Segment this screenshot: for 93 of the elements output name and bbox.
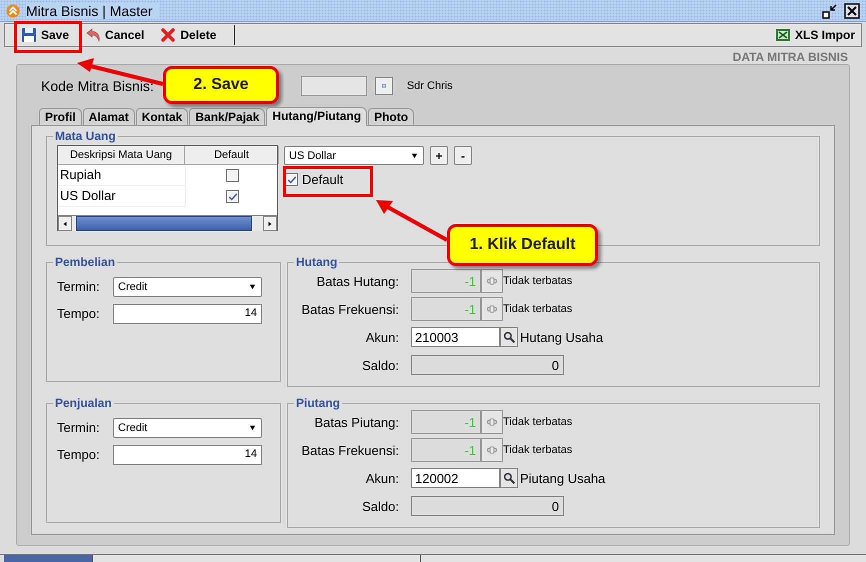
highlight-frame <box>14 21 82 53</box>
tab[interactable]: Bank/Pajak <box>189 108 266 125</box>
scrollbar-thumb[interactable] <box>76 216 252 231</box>
input-field: -1 <box>411 297 481 321</box>
status-text: Tidak terbatas <box>503 416 572 428</box>
caret-icon <box>410 152 419 158</box>
group-title: Penjualan <box>53 396 114 410</box>
add-button[interactable]: + <box>430 146 448 165</box>
input-field: -1 <box>411 269 481 293</box>
field-label: Termin: <box>57 279 101 294</box>
field-label: Akun: <box>364 470 400 486</box>
termin-dropdown[interactable]: Credit <box>113 418 262 438</box>
spreadsheet-icon <box>774 27 791 43</box>
termin-dropdown[interactable]: Credit <box>113 276 262 296</box>
group-title: Pembelian <box>53 255 118 269</box>
section-title: DATA MITRA BISNIS <box>732 49 849 64</box>
column-header: Default <box>185 146 279 164</box>
dropdown-value: Credit <box>118 422 148 434</box>
delete-button[interactable]: Delete <box>158 26 218 44</box>
link-icon <box>485 445 499 455</box>
checkbox[interactable] <box>226 190 239 203</box>
field-label: Akun: <box>364 330 400 344</box>
link-icon <box>485 276 499 286</box>
dropdown-value: Credit <box>118 280 148 292</box>
field-label: Saldo: <box>361 498 400 514</box>
checkbox-label: Default <box>302 172 344 187</box>
field-label: Tempo: <box>57 306 101 321</box>
checkbox[interactable] <box>226 169 239 182</box>
cancel-button[interactable]: Cancel <box>83 26 146 44</box>
table-cell: US Dollar <box>58 186 185 207</box>
tab[interactable]: Alamat <box>82 108 135 125</box>
callout: 1. Klik Default <box>447 224 598 266</box>
restore-icon <box>822 2 838 18</box>
window-title: Mitra Bisnis | Master <box>26 2 159 18</box>
dropdown-value: US Dollar <box>289 150 336 162</box>
left-arrow-icon <box>62 220 68 228</box>
field-label: Kode Mitra Bisnis: <box>41 78 154 94</box>
input-field[interactable]: 14 <box>113 444 262 464</box>
status-text: Tidak terbatas <box>503 275 572 287</box>
link-icon <box>485 417 499 427</box>
pointer-arrow <box>376 200 448 242</box>
field-label: Tempo: <box>57 447 101 462</box>
input-field: 0 <box>411 355 564 375</box>
input-field[interactable] <box>300 76 367 96</box>
picture-button[interactable] <box>374 77 393 95</box>
remove-button[interactable]: - <box>454 146 472 165</box>
tab[interactable]: Profil <box>39 108 82 125</box>
app-icon <box>6 4 20 18</box>
table-cell: Rupiah <box>58 165 185 186</box>
save-button[interactable]: Save <box>19 26 72 44</box>
input-field: -1 <box>411 438 481 462</box>
input-field[interactable]: 14 <box>113 304 262 324</box>
callout: 2. Save <box>163 66 279 104</box>
checkbox[interactable] <box>285 173 298 186</box>
column-header: Deskripsi Mata Uang <box>58 146 185 164</box>
field-label: Batas Frekuensi: <box>300 442 400 458</box>
group-title: Mata Uang <box>53 129 118 143</box>
status-text: Tidak terbatas <box>503 444 572 456</box>
input-field: 0 <box>411 496 564 516</box>
toggle-button[interactable] <box>481 297 503 321</box>
field-label: Batas Hutang: <box>316 274 400 288</box>
tab[interactable]: Hutang/Piutang <box>266 107 368 126</box>
toggle-button[interactable] <box>481 269 503 293</box>
account-name: Hutang Usaha <box>520 330 604 344</box>
input-field[interactable]: 210003 <box>411 327 500 347</box>
cross-icon <box>160 27 176 43</box>
currency-dropdown[interactable]: US Dollar <box>284 146 424 165</box>
tab[interactable]: Kontak <box>136 108 188 125</box>
undo-arrow-icon <box>85 27 102 43</box>
input-field[interactable]: 120002 <box>411 468 500 488</box>
field-label: Saldo: <box>361 358 400 372</box>
excel-button[interactable]: XLS Impor <box>772 26 857 44</box>
field-label: Termin: <box>57 420 101 435</box>
search-icon <box>502 472 516 484</box>
right-arrow-icon <box>267 220 273 228</box>
search-icon <box>502 330 516 344</box>
toggle-button[interactable] <box>481 410 503 434</box>
caret-icon <box>248 424 257 430</box>
group-title: Piutang <box>294 396 342 410</box>
search-button[interactable] <box>500 327 518 347</box>
input-field: -1 <box>411 410 481 434</box>
field-label: Batas Frekuensi: <box>300 302 400 316</box>
partner-name: Sdr Chris <box>406 80 453 92</box>
close-icon <box>844 2 860 18</box>
toggle-button[interactable] <box>481 438 503 462</box>
link-icon <box>485 304 499 314</box>
group-title: Hutang <box>294 255 340 269</box>
caret-icon <box>248 284 257 290</box>
status-text: Tidak terbatas <box>503 303 572 315</box>
search-button[interactable] <box>500 468 518 488</box>
field-label: Batas Piutang: <box>313 414 400 430</box>
tab[interactable]: Photo <box>368 108 414 125</box>
account-name: Piutang Usaha <box>520 470 606 486</box>
